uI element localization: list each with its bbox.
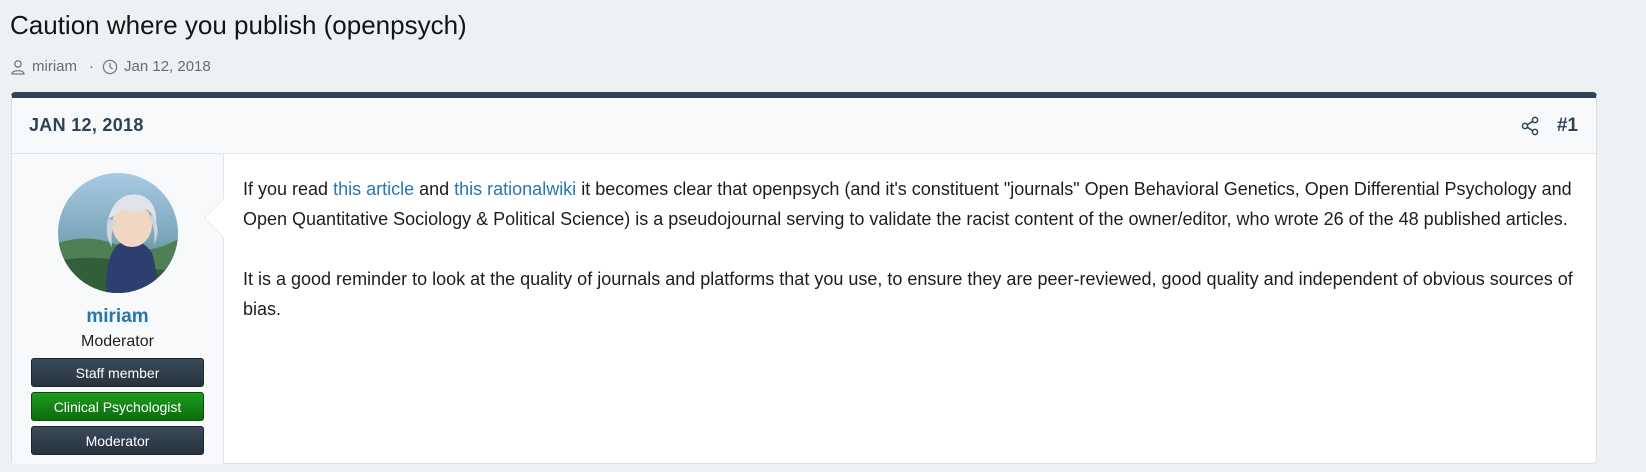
message-paragraph-1: If you read this article and this ration…	[243, 174, 1576, 234]
post: JAN 12, 2018 #1 miriam Moderator Staff m…	[11, 92, 1597, 464]
post-actions: #1	[1519, 115, 1578, 137]
clock-icon	[102, 59, 118, 75]
post-username[interactable]: miriam	[86, 306, 148, 328]
share-icon[interactable]	[1519, 115, 1541, 137]
user-icon	[10, 59, 26, 75]
link-rationalwiki[interactable]: this rationalwiki	[454, 179, 576, 199]
banner-clinical-psychologist: Clinical Psychologist	[31, 392, 204, 421]
thread-page: Caution where you publish (openpsych) mi…	[0, 0, 1646, 472]
banner-moderator: Moderator	[31, 426, 204, 455]
link-this-article[interactable]: this article	[333, 179, 414, 199]
banner-staff-member: Staff member	[31, 358, 204, 387]
page-title: Caution where you publish (openpsych)	[10, 10, 467, 40]
post-message: If you read this article and this ration…	[224, 154, 1596, 464]
message-text: and	[414, 179, 455, 199]
post-date[interactable]: JAN 12, 2018	[29, 115, 144, 136]
message-paragraph-2: It is a good reminder to look at the qua…	[243, 269, 1573, 319]
thread-meta: miriam · Jan 12, 2018	[10, 58, 1636, 76]
post-header: JAN 12, 2018 #1	[12, 98, 1596, 154]
avatar[interactable]	[57, 173, 178, 293]
post-user-cell: miriam Moderator Staff member Clinical P…	[12, 154, 224, 464]
thread-date-link[interactable]: Jan 12, 2018	[124, 58, 211, 76]
thread-header: Caution where you publish (openpsych) mi…	[10, 10, 1636, 76]
post-permalink[interactable]: #1	[1557, 115, 1578, 137]
meta-separator: ·	[89, 58, 94, 75]
thread-author-link[interactable]: miriam	[32, 58, 77, 76]
post-body: miriam Moderator Staff member Clinical P…	[12, 154, 1596, 464]
message-text: If you read	[243, 179, 334, 199]
user-title: Moderator	[81, 333, 154, 350]
